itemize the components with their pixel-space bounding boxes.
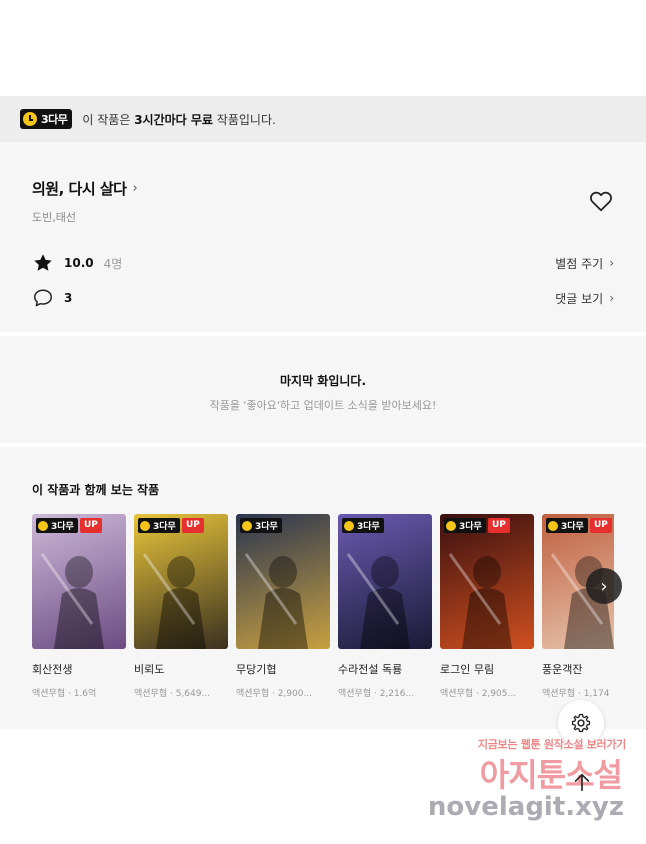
chevron-right-icon: ›	[132, 181, 138, 196]
recommendation-title[interactable]: 수라전설 독룡	[338, 661, 432, 677]
free-badge-label: 3다무	[51, 522, 74, 532]
recommendation-meta: 액션무협 · 1.6억	[32, 689, 97, 699]
chevron-right-icon: ›	[609, 256, 614, 270]
clock-icon	[242, 520, 252, 531]
free-badge-label: 3다무	[255, 522, 278, 532]
recommendation-title[interactable]: 비뢰도	[134, 661, 228, 677]
rate-button[interactable]: 별점 주기 ›	[555, 255, 614, 272]
clock-icon	[548, 520, 558, 531]
cover-art-image	[448, 553, 512, 649]
recommendation-meta: 액션무협 · 1,174	[542, 689, 610, 699]
last-episode-heading: 마지막 화입니다.	[279, 374, 367, 388]
recommendation-title[interactable]: 로그인 무림	[440, 661, 534, 677]
recommendations-title: 이 작품과 함께 보는 작품	[32, 483, 160, 497]
up-badge: UP	[182, 518, 204, 533]
work-title-link[interactable]: 의원, 다시 살다 ›	[32, 178, 614, 199]
recommendation-title[interactable]: 회산전생	[32, 661, 126, 677]
recommendation-card[interactable]: 3다무무당기협액션무협 · 2,900...	[236, 514, 330, 699]
carousel-next-button[interactable]: ›	[586, 568, 622, 604]
free-badge-label: 3다무	[459, 522, 482, 532]
free-badge-label: 3다무	[153, 522, 176, 532]
recommendation-card[interactable]: 3다무수라전설 독룡액션무협 · 2,216...	[338, 514, 432, 699]
star-icon	[34, 254, 52, 271]
recommendations-section: 이 작품과 함께 보는 작품 3다무 UP 회산전생액션무협 · 1.6억 3다무 UP…	[0, 447, 646, 729]
recommendation-meta: 액션무협 · 5,649...	[134, 689, 211, 699]
free-text-pre: 이 작품은	[82, 112, 135, 127]
up-badge: UP	[590, 518, 612, 533]
rating-value: 10.0	[64, 256, 94, 270]
last-episode-sub: 작품을 '좋아요'하고 업데이트 소식을 받아보세요!	[209, 399, 437, 412]
recommendation-card[interactable]: 3다무 UP 회산전생액션무협 · 1.6억	[32, 514, 126, 699]
cover-art-image	[346, 553, 410, 649]
clock-icon	[23, 112, 37, 126]
view-comments-button[interactable]: 댓글 보기 ›	[555, 290, 614, 307]
rating-count: 4명	[103, 256, 123, 271]
last-episode-notice: 마지막 화입니다. 작품을 '좋아요'하고 업데이트 소식을 받아보세요!	[0, 336, 646, 443]
rate-button-label[interactable]: 별점 주기	[555, 255, 603, 272]
free-badge: 3다무	[342, 518, 384, 533]
clock-icon	[38, 520, 48, 531]
free-badge: 3다무	[36, 518, 78, 533]
free-text-post: 작품입니다.	[212, 112, 276, 127]
gear-icon	[571, 713, 591, 733]
rating-row: 10.0 4명 별점 주기 ›	[32, 252, 614, 274]
chevron-right-icon: ›	[609, 291, 614, 305]
recommendation-card[interactable]: 3다무 UP 비뢰도액션무협 · 5,649...	[134, 514, 228, 699]
recommendation-thumbnail[interactable]: 3다무 UP	[134, 514, 228, 649]
up-badge: UP	[80, 518, 102, 533]
scroll-top-button[interactable]	[562, 762, 602, 802]
cover-art-image	[142, 553, 206, 649]
view-comments-label[interactable]: 댓글 보기	[555, 290, 603, 307]
recommendation-card[interactable]: 3다무 UP 풍운객잔액션무협 · 1,174	[542, 514, 614, 699]
free-banner: 3다무 이 작품은 3시간마다 무료 작품입니다.	[0, 96, 646, 142]
up-badge: UP	[488, 518, 510, 533]
heart-icon[interactable]	[588, 188, 614, 214]
recommendation-title[interactable]: 풍운객잔	[542, 661, 614, 677]
top-blank-area	[0, 0, 646, 96]
cover-art-image	[40, 553, 104, 649]
clock-icon	[446, 520, 456, 531]
chevron-right-icon: ›	[600, 575, 608, 597]
watermark-line1: 지금보는 웹툰 원작소설 보러가기	[477, 738, 626, 751]
cover-art-image	[244, 553, 308, 649]
recommendation-card[interactable]: 3다무 UP 로그인 무림액션무협 · 2,905...	[440, 514, 534, 699]
recommendation-meta: 액션무협 · 2,216...	[338, 689, 415, 699]
free-badge: 3다무	[444, 518, 486, 533]
arrow-up-icon	[574, 773, 590, 792]
work-info: 의원, 다시 살다 › 도빈,태선 10.0 4명 별점 주기 › 3 댓글 보…	[0, 142, 646, 332]
free-badge: 3다무	[138, 518, 180, 533]
recommendation-thumbnail[interactable]: 3다무 UP	[32, 514, 126, 649]
free-badge: 3다무	[240, 518, 282, 533]
recommendation-meta: 액션무협 · 2,900...	[236, 689, 313, 699]
settings-button[interactable]	[558, 700, 604, 746]
recommendation-meta: 액션무협 · 2,905...	[440, 689, 517, 699]
recommendation-thumbnail[interactable]: 3다무	[236, 514, 330, 649]
recommendation-thumbnail[interactable]: 3다무 UP	[440, 514, 534, 649]
work-authors: 도빈,태선	[32, 211, 76, 224]
recommendation-carousel[interactable]: 3다무 UP 회산전생액션무협 · 1.6억 3다무 UP 비뢰도액션무협 · 5,649…	[32, 514, 614, 704]
comment-count: 3	[64, 291, 73, 305]
clock-icon	[344, 520, 354, 531]
recommendation-title[interactable]: 무당기협	[236, 661, 330, 677]
free-badge-label: 3다무	[41, 113, 68, 126]
work-title[interactable]: 의원, 다시 살다	[32, 178, 127, 199]
free-text-bold: 3시간마다 무료	[134, 112, 213, 127]
clock-icon	[140, 520, 150, 531]
free-badge: 3다무	[20, 109, 73, 129]
recommendation-thumbnail[interactable]: 3다무	[338, 514, 432, 649]
free-badge: 3다무	[546, 518, 588, 533]
free-badge-label: 3다무	[357, 522, 380, 532]
free-banner-text: 이 작품은 3시간마다 무료 작품입니다.	[82, 111, 275, 128]
free-badge-label: 3다무	[561, 522, 584, 532]
comment-icon	[34, 289, 52, 307]
comment-row: 3 댓글 보기 ›	[32, 287, 614, 309]
